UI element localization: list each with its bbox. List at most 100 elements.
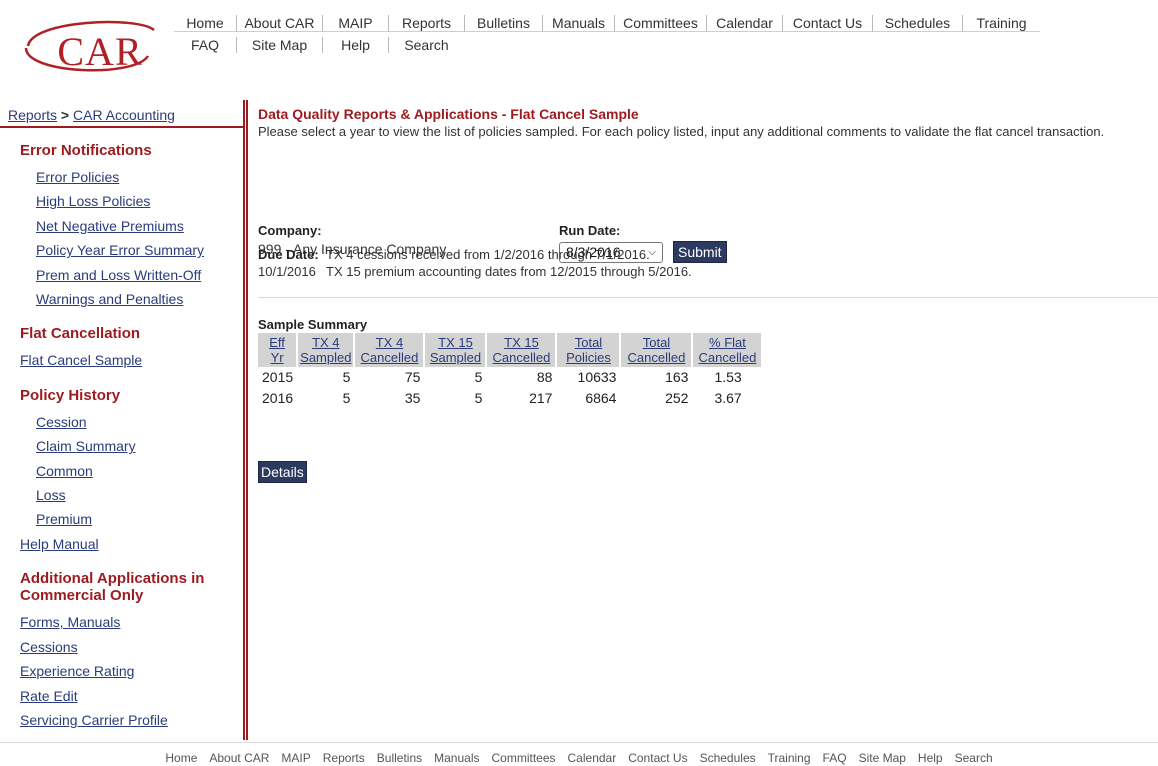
sort-link-tx-15-sampled[interactable]: TX 15 Sampled: [430, 335, 481, 365]
sidebar-link-loss[interactable]: Loss: [0, 483, 243, 507]
due-date-block: Due Date: TX 4 cessions received from 1/…: [258, 247, 926, 280]
nav-training[interactable]: Training: [962, 14, 1040, 32]
column-header-tx-4-cancelled: TX 4 Cancelled: [354, 333, 426, 367]
due-date-value: 10/1/2016: [258, 264, 316, 279]
table-cell: 2016: [262, 390, 294, 406]
sidebar-link-error-policies[interactable]: Error Policies: [0, 165, 243, 189]
nav-search[interactable]: Search: [388, 37, 464, 53]
sidebar-link-servicing-carrier-profile[interactable]: Servicing Carrier Profile: [0, 708, 243, 732]
sidebar-heading-flat-cancellation: Flat Cancellation: [20, 325, 141, 343]
column-header-eff-yr: Eff Yr: [258, 333, 299, 367]
breadcrumb-current-link[interactable]: CAR Accounting: [73, 107, 175, 123]
nav-home[interactable]: Home: [174, 15, 236, 32]
nav-bulletins[interactable]: Bulletins: [464, 14, 542, 32]
sidebar-link-cessions[interactable]: Cessions: [0, 635, 243, 659]
table-cell: 88: [536, 369, 553, 385]
sidebar-heading-policy-history: Policy History: [20, 386, 121, 404]
footer-link-training[interactable]: Training: [768, 751, 811, 765]
sort-link-tx-4-sampled[interactable]: TX 4 Sampled: [300, 335, 351, 365]
breadcrumb-reports-link[interactable]: Reports: [8, 107, 57, 123]
column-header-line-1: % Flat: [709, 335, 746, 350]
nav-faq[interactable]: FAQ: [174, 37, 236, 53]
column-header-line-1: TX 4: [312, 335, 340, 350]
footer-link-help[interactable]: Help: [918, 751, 943, 765]
nav-help[interactable]: Help: [322, 37, 388, 53]
column-header-line-1: Total: [574, 335, 603, 350]
column-header-line-2: Cancelled: [492, 350, 551, 365]
nav-calendar[interactable]: Calendar: [706, 14, 782, 32]
sidebar-link-help-manual[interactable]: Help Manual: [0, 532, 243, 556]
column-header-line-2: Cancelled: [698, 350, 757, 365]
sort-link-total-cancelled[interactable]: Total Cancelled: [628, 335, 686, 365]
column-header-flat-cancelled: % Flat Cancelled: [692, 333, 764, 367]
nav-manuals[interactable]: Manuals: [542, 14, 614, 32]
footer-link-reports[interactable]: Reports: [323, 751, 365, 765]
table-cell: 217: [529, 390, 553, 406]
breadcrumb: Reports > CAR Accounting: [0, 100, 243, 128]
sidebar-heading-additional-applications-in-commercial-only: Additional Applications in Commercial On…: [20, 570, 205, 605]
table-cell: 5: [474, 390, 483, 406]
footer-link-schedules[interactable]: Schedules: [700, 751, 756, 765]
sidebar-link-premium[interactable]: Premium: [0, 507, 243, 531]
footer-link-maip[interactable]: MAIP: [281, 751, 310, 765]
sample-summary-table: Eff Yr TX 4 Sampled TX 4 Cancelled TX 15 Sample…: [258, 333, 764, 409]
sidebar-link-rate-edit[interactable]: Rate Edit: [0, 684, 243, 708]
table-cell: 35: [404, 390, 421, 406]
sort-link-tx-15-cancelled[interactable]: TX 15 Cancelled: [493, 335, 551, 365]
details-button[interactable]: Details: [258, 461, 307, 483]
due-info-line-1: TX 4 cessions received from 1/2/2016 thr…: [326, 247, 650, 262]
sort-link-tx-4-cancelled[interactable]: TX 4 Cancelled: [361, 335, 419, 365]
summary-title: Sample Summary: [258, 317, 368, 332]
column-header-line-1: TX 15: [504, 335, 539, 350]
sort-link-flat-cancelled[interactable]: % Flat Cancelled: [699, 335, 757, 365]
sort-link-eff-yr[interactable]: Eff Yr: [269, 335, 285, 365]
due-info-line-2: TX 15 premium accounting dates from 12/2…: [326, 264, 692, 279]
table-cell: 75: [404, 369, 421, 385]
footer-link-committees[interactable]: Committees: [492, 751, 556, 765]
top-nav-row-2: FAQ Site Map Help Search: [174, 34, 1158, 56]
sidebar-link-policy-year-error-summary[interactable]: Policy Year Error Summary: [0, 238, 243, 262]
sidebar-link-forms-manuals[interactable]: Forms, Manuals: [0, 610, 243, 634]
nav-schedules[interactable]: Schedules: [872, 14, 962, 32]
sidebar-link-claim-summary[interactable]: Claim Summary: [0, 434, 243, 458]
footer-link-search[interactable]: Search: [955, 751, 993, 765]
sidebar-link-prem-and-loss-written-off[interactable]: Prem and Loss Written-Off: [0, 263, 243, 287]
column-header-tx-15-sampled: TX 15 Sampled: [424, 333, 488, 367]
table-cell: 6864: [585, 390, 617, 406]
sidebar-link-warnings-and-penalties[interactable]: Warnings and Penalties: [0, 287, 243, 311]
column-header-line-2: Sampled: [300, 350, 352, 365]
nav-site-map[interactable]: Site Map: [236, 37, 322, 53]
sidebar-link-flat-cancel-sample[interactable]: Flat Cancel Sample: [0, 348, 243, 372]
nav-contact-us[interactable]: Contact Us: [782, 14, 872, 32]
sidebar-link-cession[interactable]: Cession: [0, 410, 243, 434]
page-title: Data Quality Reports & Applications - Fl…: [258, 106, 639, 122]
column-header-line-2: Sampled: [429, 350, 482, 365]
top-navigation: Home About CAR MAIP Reports Bulletins Manuals…: [174, 12, 1158, 56]
table-cell: 5: [342, 369, 351, 385]
nav-reports[interactable]: Reports: [388, 14, 464, 32]
car-logo[interactable]: CAR: [18, 12, 158, 76]
sidebar-link-net-negative-premiums[interactable]: Net Negative Premiums: [0, 214, 243, 238]
footer-link-site-map[interactable]: Site Map: [859, 751, 906, 765]
footer-link-calendar[interactable]: Calendar: [568, 751, 617, 765]
footer-link-about-car[interactable]: About CAR: [209, 751, 269, 765]
footer-link-faq[interactable]: FAQ: [823, 751, 847, 765]
sidebar-link-common[interactable]: Common: [0, 459, 243, 483]
footer-link-bulletins[interactable]: Bulletins: [377, 751, 422, 765]
column-header-total-policies: Total Policies: [556, 333, 622, 367]
content-divider: [258, 297, 1158, 298]
nav-maip[interactable]: MAIP: [322, 14, 388, 32]
sort-link-total-policies[interactable]: Total Policies: [566, 335, 611, 365]
logo-text: CAR: [57, 29, 143, 74]
column-header-line-1: TX 4: [375, 335, 404, 350]
column-header-line-2: Policies: [566, 350, 611, 365]
footer-link-manuals[interactable]: Manuals: [434, 751, 479, 765]
footer-link-home[interactable]: Home: [165, 751, 197, 765]
nav-about-car[interactable]: About CAR: [236, 14, 322, 32]
footer-link-contact-us[interactable]: Contact Us: [628, 751, 687, 765]
sidebar-link-experience-rating[interactable]: Experience Rating: [0, 659, 243, 683]
sidebar-link-high-loss-policies[interactable]: High Loss Policies: [0, 189, 243, 213]
table-cell: 3.67: [714, 390, 742, 406]
intro-text: Please select a year to view the list of…: [258, 124, 1105, 139]
nav-committees[interactable]: Committees: [614, 14, 706, 32]
